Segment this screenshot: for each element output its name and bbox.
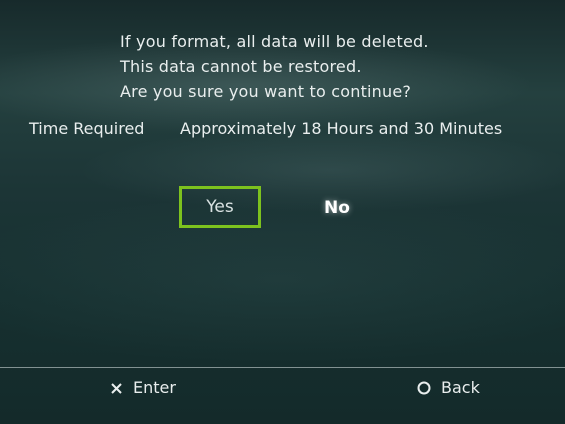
enter-label: Enter [133,378,176,397]
yes-button-label: Yes [206,197,234,217]
time-required-label: Time Required [29,119,145,138]
message-line-1: If you format, all data will be deleted. [120,32,429,51]
message-line-3: Are you sure you want to continue? [120,82,412,101]
time-required-value: Approximately 18 Hours and 30 Minutes [180,119,503,138]
footer-divider [0,367,565,368]
message-line-2: This data cannot be restored. [120,57,362,76]
no-button-label: No [324,198,350,218]
back-label: Back [441,378,480,397]
enter-hint[interactable]: Enter [110,377,176,399]
yes-button[interactable]: Yes [179,186,261,228]
circle-icon [417,381,431,395]
no-button[interactable]: No [312,198,362,218]
back-hint[interactable]: Back [417,377,480,399]
confirmation-message: If you format, all data will be deleted.… [120,29,429,104]
cross-icon [110,382,123,395]
faint-background-text [120,343,124,359]
